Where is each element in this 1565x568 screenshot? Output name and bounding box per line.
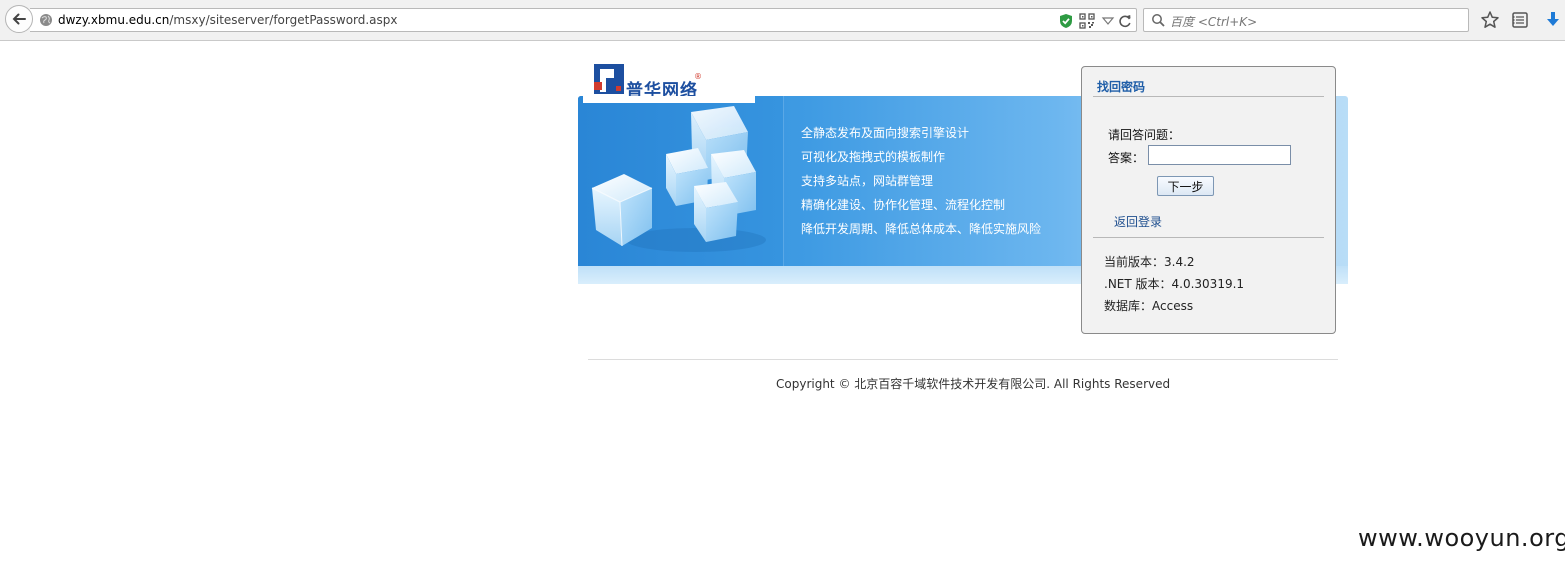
url-path: /msxy/siteserver/forgetPassword.aspx (169, 13, 398, 27)
feature-item: 精确化建设、协作化管理、流程化控制 (801, 198, 1006, 212)
version-info: 当前版本：3.4.2 (1104, 255, 1195, 269)
reload-icon[interactable] (1117, 13, 1133, 29)
url-text: dwzy.xbmu.edu.cn/msxy/siteserver/forgetP… (58, 13, 398, 27)
dropdown-arrow-icon[interactable] (1100, 13, 1116, 29)
registered-mark: ® (694, 72, 702, 81)
divider (1093, 96, 1324, 97)
feature-item: 降低开发周期、降低总体成本、降低实施风险 (801, 222, 1042, 236)
feature-item: 支持多站点，网站群管理 (801, 174, 934, 188)
database-info: 数据库：Access (1104, 299, 1194, 313)
watermark-text: www.wooyun.org (1358, 524, 1565, 552)
banner-notch (583, 96, 755, 103)
search-bar[interactable]: 百度 <Ctrl+K> (1143, 8, 1469, 32)
cubes-icon (591, 106, 766, 252)
shield-icon[interactable] (1058, 13, 1074, 29)
answer-label: 答案： (1108, 151, 1145, 165)
next-step-button[interactable]: 下一步 (1157, 176, 1214, 196)
reading-list-icon[interactable] (1510, 10, 1530, 30)
dotnet-version-info: .NET 版本：4.0.30319.1 (1104, 277, 1245, 291)
search-placeholder: 百度 <Ctrl+K> (1170, 15, 1258, 29)
download-icon[interactable] (1543, 10, 1563, 30)
panel-title: 找回密码 (1097, 80, 1146, 94)
banner-image-area (578, 96, 784, 266)
copyright-text: Copyright © 北京百容千域软件技术开发有限公司. All Rights… (776, 377, 1171, 391)
browser-toolbar: dwzy.xbmu.edu.cn/msxy/siteserver/forgetP… (0, 0, 1565, 41)
answer-input[interactable] (1148, 145, 1291, 165)
back-arrow-icon (12, 13, 26, 25)
address-bar[interactable]: dwzy.xbmu.edu.cn/msxy/siteserver/forgetP… (30, 8, 1137, 32)
url-host: dwzy.xbmu.edu.cn (58, 13, 170, 27)
footer-divider (588, 359, 1338, 360)
feature-item: 可视化及拖拽式的模板制作 (801, 150, 946, 164)
feature-item: 全静态发布及面向搜索引擎设计 (801, 126, 970, 140)
back-button[interactable] (5, 5, 33, 33)
globe-icon (40, 14, 52, 26)
qr-code-icon[interactable] (1079, 13, 1095, 29)
search-icon (1152, 14, 1165, 27)
divider (1093, 237, 1324, 238)
star-icon[interactable] (1480, 10, 1500, 30)
back-to-login-link[interactable]: 返回登录 (1114, 213, 1162, 230)
forgot-password-panel: 找回密码 请回答问题： 答案： 下一步 返回登录 当前版本：3.4.2 .NET… (1081, 66, 1336, 334)
question-label: 请回答问题： (1108, 128, 1181, 142)
